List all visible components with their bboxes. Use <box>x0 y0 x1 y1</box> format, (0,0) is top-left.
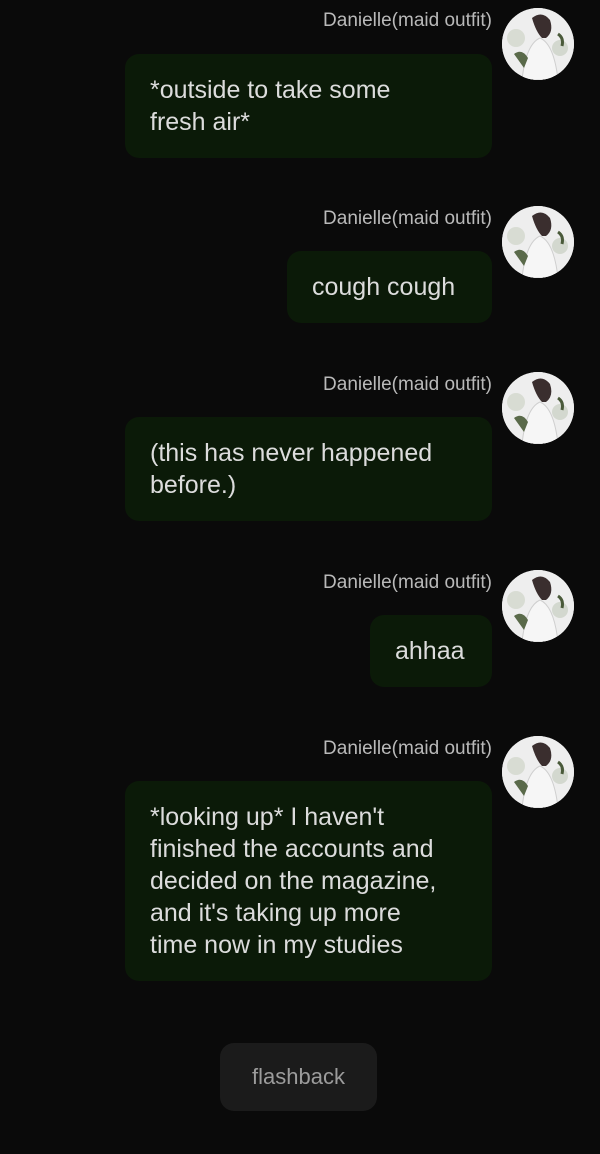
avatar[interactable] <box>502 570 574 642</box>
sender-name: Danielle(maid outfit) <box>323 738 492 759</box>
sender-name: Danielle(maid outfit) <box>323 10 492 31</box>
sender-name: Danielle(maid outfit) <box>323 572 492 593</box>
message-bubble[interactable]: cough cough <box>287 251 492 323</box>
avatar[interactable] <box>502 206 574 278</box>
flashback-button[interactable]: flashback <box>220 1043 377 1111</box>
message-bubble[interactable]: ahhaa <box>370 615 492 687</box>
character-avatar-icon <box>502 372 574 444</box>
character-avatar-icon <box>502 570 574 642</box>
sender-name: Danielle(maid outfit) <box>323 208 492 229</box>
message-bubble[interactable]: *outside to take some fresh air* <box>125 54 492 158</box>
character-avatar-icon <box>502 8 574 80</box>
avatar[interactable] <box>502 8 574 80</box>
character-avatar-icon <box>502 206 574 278</box>
character-avatar-icon <box>502 736 574 808</box>
avatar[interactable] <box>502 372 574 444</box>
message-bubble[interactable]: (this has never happened before.) <box>125 417 492 521</box>
avatar[interactable] <box>502 736 574 808</box>
sender-name: Danielle(maid outfit) <box>323 374 492 395</box>
message-bubble[interactable]: *looking up* I haven't finished the acco… <box>125 781 492 981</box>
